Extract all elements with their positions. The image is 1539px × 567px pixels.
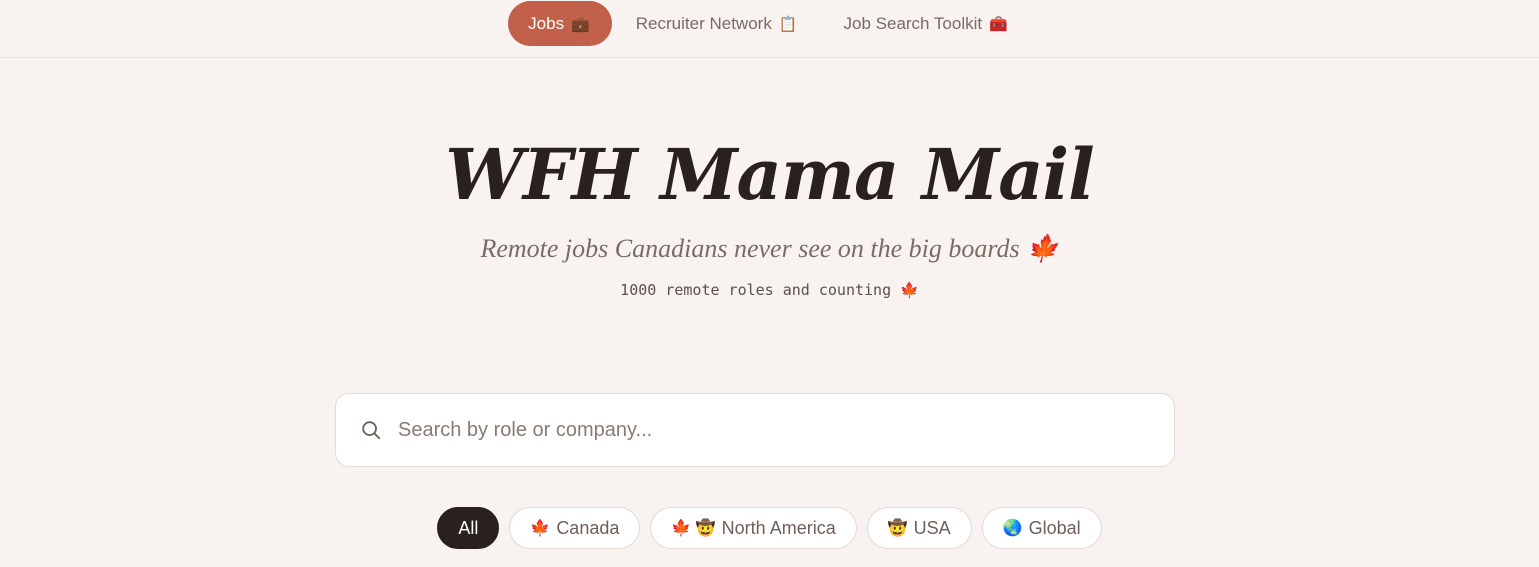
filter-usa-label: USA <box>913 517 951 538</box>
top-navigation: Jobs 💼 Recruiter Network 📋 Job Search To… <box>0 0 1539 58</box>
maple-leaf-icon: 🍁 <box>900 281 919 299</box>
search-input[interactable] <box>398 418 1098 442</box>
toolbox-icon: 🧰 <box>989 15 1008 33</box>
filter-north-america-label: North America <box>721 517 836 538</box>
filter-usa[interactable]: 🤠 USA <box>866 507 972 549</box>
filter-global[interactable]: 🌏 Global <box>981 507 1102 549</box>
subtitle-text: Remote jobs Canadians never see on the b… <box>480 234 1020 263</box>
tab-job-search-toolkit-label: Job Search Toolkit <box>843 13 983 33</box>
filter-north-america[interactable]: 🍁 🤠 North America <box>650 507 857 549</box>
tab-jobs[interactable]: Jobs 💼 <box>508 1 612 46</box>
maple-leaf-cowboy-icon: 🍁 🤠 <box>671 520 716 537</box>
tab-jobs-label: Jobs <box>528 13 565 33</box>
nav-tabs: Jobs 💼 Recruiter Network 📋 Job Search To… <box>508 1 1030 46</box>
maple-leaf-icon: 🍁 <box>530 520 551 537</box>
tab-job-search-toolkit[interactable]: Job Search Toolkit 🧰 <box>824 1 1030 46</box>
search-icon <box>362 421 381 440</box>
counter-text: 1000 remote roles and counting <box>620 281 892 299</box>
tab-recruiter-network-label: Recruiter Network <box>635 13 772 33</box>
tab-recruiter-network[interactable]: Recruiter Network 📋 <box>616 1 820 46</box>
filter-canada[interactable]: 🍁 Canada <box>509 507 641 549</box>
filter-all-label: All <box>458 517 479 538</box>
globe-icon: 🌏 <box>1002 520 1023 537</box>
cowboy-icon: 🤠 <box>887 520 908 537</box>
page-subtitle: Remote jobs Canadians never see on the b… <box>0 234 1539 264</box>
briefcase-icon: 💼 <box>571 15 590 33</box>
filter-canada-label: Canada <box>556 517 620 538</box>
page-title: WFH Mama Mail <box>445 133 1094 216</box>
clipboard-icon: 📋 <box>778 15 798 33</box>
search-bar <box>335 393 1175 467</box>
job-counter: 1000 remote roles and counting 🍁 <box>0 281 1539 299</box>
maple-leaf-icon: 🍁 <box>1026 234 1059 263</box>
filter-global-label: Global <box>1028 517 1081 538</box>
region-filters: All 🍁 Canada 🍁 🤠 North America 🤠 USA 🌏 G… <box>0 507 1539 549</box>
filter-all[interactable]: All <box>437 507 500 549</box>
